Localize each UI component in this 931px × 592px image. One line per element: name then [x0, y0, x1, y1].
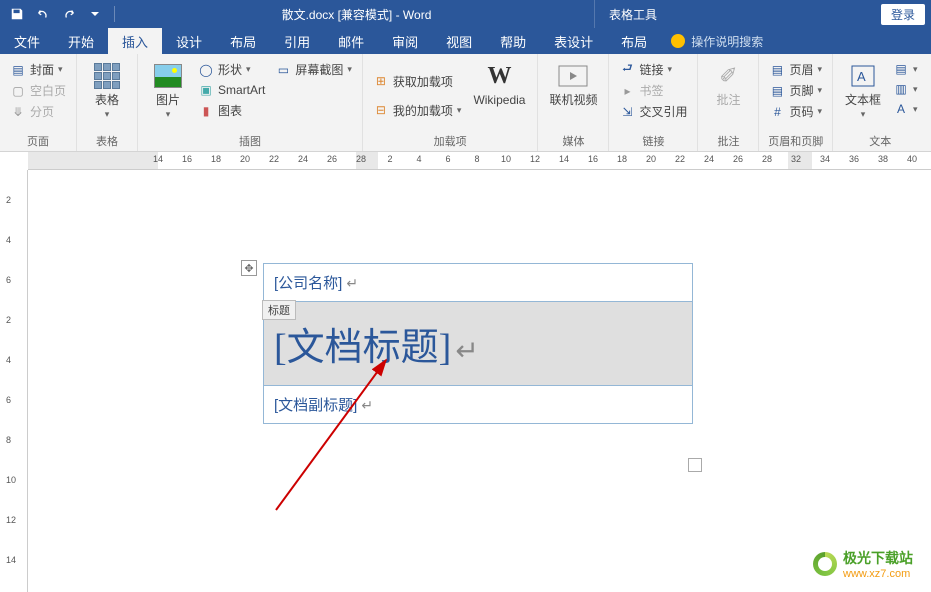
header-button[interactable]: ▤页眉▾	[767, 60, 824, 79]
tell-me-search[interactable]: 操作说明搜索	[661, 28, 773, 54]
group-media: 联机视频 媒体	[538, 54, 609, 151]
contextual-tab-label: 表格工具	[594, 0, 671, 28]
wikipedia-icon: W	[483, 60, 515, 92]
document-area[interactable]: ✥ [公司名称]↵ 标题 [文档标题]↵ [文档副标题]↵	[28, 170, 931, 592]
group-pages: ▤封面▾ ▢空白页 ⤋分页 页面	[0, 54, 77, 151]
link-icon: ⮐	[619, 62, 635, 78]
footer-button[interactable]: ▤页脚▾	[767, 81, 824, 100]
chart-button[interactable]: ▮图表	[196, 101, 267, 120]
tab-file[interactable]: 文件	[0, 28, 54, 54]
textbox-icon: A	[847, 60, 879, 92]
tab-home[interactable]: 开始	[54, 28, 108, 54]
text-dd3[interactable]: A▾	[891, 100, 920, 118]
picture-icon	[152, 60, 184, 92]
textbox-button[interactable]: A 文本框▾	[841, 58, 885, 131]
bulb-icon	[671, 34, 685, 48]
watermark: 极光下载站 www.xz7.com	[813, 548, 913, 580]
crossref-button[interactable]: ⇲交叉引用	[617, 102, 689, 121]
tab-table-layout[interactable]: 布局	[607, 28, 661, 54]
chart-icon: ▮	[198, 103, 214, 119]
group-text: A 文本框▾ ▤▾ ▥▾ A▾ 文本	[833, 54, 928, 151]
tab-view[interactable]: 视图	[432, 28, 486, 54]
ruler-horizontal[interactable]: 1416182022242628246810121416182022242628…	[28, 152, 931, 170]
text-dd1[interactable]: ▤▾	[891, 60, 920, 78]
qat-customize-icon[interactable]	[84, 3, 106, 25]
doc-title[interactable]: [文档标题]	[274, 327, 451, 369]
page-number-button[interactable]: #页码▾	[767, 102, 824, 121]
footer-icon: ▤	[769, 83, 785, 99]
save-icon[interactable]	[6, 3, 28, 25]
group-addins: ⊞获取加载项 ⊟我的加载项▾ W Wikipedia 加载项	[363, 54, 539, 151]
comment-icon: ✐	[712, 60, 744, 92]
addins-icon: ⊟	[373, 102, 389, 118]
svg-text:A: A	[857, 69, 866, 84]
page-break-button[interactable]: ⤋分页	[8, 102, 68, 121]
tab-help[interactable]: 帮助	[486, 28, 540, 54]
undo-icon[interactable]	[32, 3, 54, 25]
shapes-icon: ◯	[198, 62, 214, 78]
smartart-icon: ▣	[198, 82, 214, 98]
company-cell[interactable]: [公司名称]↵	[264, 264, 693, 302]
group-header-footer: ▤页眉▾ ▤页脚▾ #页码▾ 页眉和页脚	[759, 54, 833, 151]
cover-table[interactable]: [公司名称]↵ 标题 [文档标题]↵ [文档副标题]↵	[263, 263, 693, 424]
tab-table-design[interactable]: 表设计	[540, 28, 607, 54]
blank-page-icon: ▢	[10, 83, 26, 99]
store-icon: ⊞	[373, 73, 389, 89]
pilcrow-icon: ↵	[455, 335, 478, 366]
group-comments: ✐ 批注 批注	[698, 54, 759, 151]
tab-review[interactable]: 审阅	[378, 28, 432, 54]
screenshot-button[interactable]: ▭屏幕截图▾	[273, 60, 354, 79]
ruler-vertical[interactable]: 2462468101214	[0, 170, 28, 592]
my-addins-button[interactable]: ⊟我的加载项▾	[371, 101, 464, 120]
tab-references[interactable]: 引用	[270, 28, 324, 54]
online-video-button[interactable]: 联机视频	[546, 58, 600, 131]
subtitle-cell[interactable]: [文档副标题]↵	[264, 386, 693, 424]
text-dd2[interactable]: ▥▾	[891, 80, 920, 98]
cover-page-button[interactable]: ▤封面▾	[8, 60, 68, 79]
table-resize-handle[interactable]	[688, 458, 702, 472]
pilcrow-icon: ↵	[346, 275, 358, 291]
pictures-button[interactable]: 图片▾	[146, 58, 190, 131]
cover-page-icon: ▤	[10, 62, 26, 78]
table-move-handle[interactable]: ✥	[241, 260, 257, 276]
get-addins-button[interactable]: ⊞获取加载项	[371, 72, 464, 91]
link-button[interactable]: ⮐链接▾	[617, 60, 689, 79]
window-title: 散文.docx [兼容模式] - Word	[119, 6, 594, 23]
crossref-icon: ⇲	[619, 104, 635, 120]
smartart-button[interactable]: ▣SmartArt	[196, 81, 267, 99]
watermark-logo-icon	[813, 552, 837, 576]
bookmark-icon: ▸	[619, 83, 635, 99]
tab-insert[interactable]: 插入	[108, 28, 162, 54]
page-break-icon: ⤋	[10, 104, 26, 120]
video-icon	[557, 60, 589, 92]
pilcrow-icon: ↵	[361, 397, 373, 413]
wikipedia-button[interactable]: W Wikipedia	[469, 58, 529, 131]
group-links: ⮐链接▾ ▸书签 ⇲交叉引用 链接	[609, 54, 698, 151]
table-icon	[91, 60, 123, 92]
cell-tag: 标题	[262, 300, 296, 320]
screenshot-icon: ▭	[275, 62, 291, 78]
header-icon: ▤	[769, 62, 785, 78]
tab-layout[interactable]: 布局	[216, 28, 270, 54]
pagenum-icon: #	[769, 104, 785, 120]
redo-icon[interactable]	[58, 3, 80, 25]
title-cell[interactable]: 标题 [文档标题]↵	[264, 302, 693, 386]
comment-button[interactable]: ✐ 批注	[706, 58, 750, 131]
table-button[interactable]: 表格▾	[85, 58, 129, 131]
group-tables: 表格▾ 表格	[77, 54, 138, 151]
group-illustrations: 图片▾ ◯形状▾ ▣SmartArt ▮图表 ▭屏幕截图▾ 插图	[138, 54, 363, 151]
tab-mailings[interactable]: 邮件	[324, 28, 378, 54]
shapes-button[interactable]: ◯形状▾	[196, 60, 267, 79]
bookmark-button[interactable]: ▸书签	[617, 81, 689, 100]
blank-page-button[interactable]: ▢空白页	[8, 81, 68, 100]
login-button[interactable]: 登录	[881, 4, 925, 25]
tab-design[interactable]: 设计	[162, 28, 216, 54]
